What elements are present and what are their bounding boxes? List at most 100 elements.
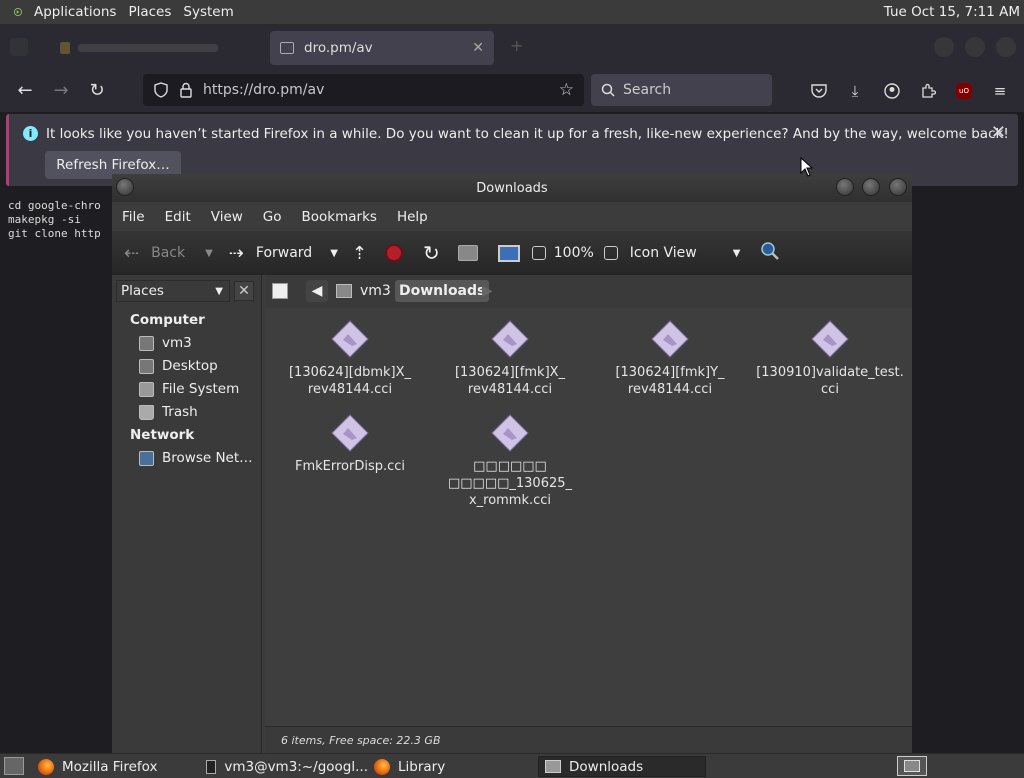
sidebar-item-trash[interactable]: Trash xyxy=(139,404,198,420)
window-maximize-button[interactable] xyxy=(965,37,985,57)
sidebar-selector[interactable]: Places ▼ xyxy=(116,280,230,302)
pocket-icon[interactable] xyxy=(808,80,830,102)
back-arrow-icon[interactable]: ← xyxy=(12,78,38,102)
path-right-arrow-icon[interactable]: ▶ xyxy=(482,280,493,302)
bookmark-star-icon[interactable]: ☆ xyxy=(559,80,574,100)
tab-close-icon[interactable]: ✕ xyxy=(472,40,484,56)
cci-file-icon xyxy=(651,320,689,358)
menu-file[interactable]: File xyxy=(122,209,145,225)
taskbar-item-downloads[interactable]: Downloads xyxy=(538,756,706,777)
menu-edit[interactable]: Edit xyxy=(165,209,191,225)
path-left-arrow-icon[interactable]: ◀ xyxy=(306,280,328,302)
status-text: 6 items, Free space: 22.3 GB xyxy=(281,733,441,747)
tab-inactive[interactable] xyxy=(50,34,250,62)
forward-dropdown-icon[interactable]: ▼ xyxy=(330,248,338,259)
workspace-switcher[interactable] xyxy=(897,756,927,776)
sidebar-heading-network: Network xyxy=(130,427,195,443)
breadcrumb-vm3[interactable]: vm3 xyxy=(336,280,391,302)
search-bar[interactable]: Search xyxy=(591,74,772,106)
computer-icon[interactable] xyxy=(497,244,520,262)
home-folder-icon[interactable] xyxy=(457,245,478,261)
stop-icon[interactable] xyxy=(385,244,403,262)
zoom-out-icon[interactable] xyxy=(531,246,546,260)
file-item[interactable]: [130624][dbmk]X_ rev48144.cci xyxy=(270,320,430,398)
file-item[interactable]: [130910]validate_test. cci xyxy=(750,320,910,398)
sidebar-item-file-system[interactable]: File System xyxy=(139,381,239,397)
file-item[interactable]: [130624][fmk]Y_ rev48144.cci xyxy=(590,320,750,398)
chevron-down-icon: ▼ xyxy=(215,285,223,297)
top-panel: Applications Places System Tue Oct 15, 7… xyxy=(0,0,1024,25)
firefox-icon xyxy=(374,758,390,775)
window-close-button[interactable] xyxy=(889,178,907,196)
downloads-icon[interactable]: ⤓ xyxy=(844,80,866,102)
tab-title-placeholder xyxy=(78,44,218,52)
account-icon[interactable] xyxy=(881,80,903,102)
cci-file-icon xyxy=(491,414,529,452)
ublock-icon[interactable]: uO xyxy=(953,80,975,102)
firefox-view-icon[interactable] xyxy=(10,38,28,56)
file-item[interactable]: [130624][fmk]X_ rev48144.cci xyxy=(430,320,590,398)
menu-applications[interactable]: Applications xyxy=(28,4,122,20)
tab-favicon-icon xyxy=(60,42,70,54)
taskbar-item-library[interactable]: Library xyxy=(368,756,532,777)
view-mode-select[interactable]: Icon View xyxy=(630,245,697,261)
menu-bookmarks[interactable]: Bookmarks xyxy=(302,209,377,225)
breadcrumb-downloads[interactable]: Downloads xyxy=(395,280,490,302)
mouse-cursor-icon xyxy=(800,157,814,177)
menu-go[interactable]: Go xyxy=(263,209,282,225)
url-bar[interactable]: https://dro.pm/av ☆ xyxy=(143,74,584,106)
home-folder-icon xyxy=(336,284,352,298)
file-manager-menubar: File Edit View Go Bookmarks Help xyxy=(112,202,912,231)
sidebar-close-icon[interactable]: ✕ xyxy=(234,281,254,301)
notification-close-icon[interactable]: ✕ xyxy=(991,122,1006,143)
taskbar-item-firefox[interactable]: Mozilla Firefox xyxy=(32,756,192,777)
file-manager-titlebar[interactable]: Downloads xyxy=(112,174,912,202)
terminal-window[interactable]: cd google-chro makepkg -si git clone http xyxy=(0,188,112,753)
taskbar-item-terminal[interactable]: vm3@vm3:~/googl... xyxy=(200,756,368,777)
reload-icon[interactable]: ↻ xyxy=(84,78,110,102)
back-button[interactable]: ⇠ Back ▼ xyxy=(124,243,213,264)
window-close-button[interactable] xyxy=(996,37,1016,57)
forward-arrow-icon: ⇢ xyxy=(228,242,244,264)
folder-icon xyxy=(545,760,561,773)
file-manager-toolbar: ⇠ Back ▼ ⇢ Forward ▼ ⇡ ↻ 100% Icon View … xyxy=(112,231,912,275)
sidebar-item-vm3[interactable]: vm3 xyxy=(139,335,192,351)
file-item[interactable]: FmkErrorDisp.cci xyxy=(270,414,430,475)
reload-icon[interactable]: ↻ xyxy=(423,241,440,265)
zoom-level[interactable]: 100% xyxy=(554,245,594,261)
terminal-line: makepkg -si xyxy=(8,213,81,226)
menu-view[interactable]: View xyxy=(211,209,243,225)
extensions-icon[interactable] xyxy=(917,80,939,102)
back-dropdown-icon[interactable]: ▼ xyxy=(205,248,213,259)
window-menu-button[interactable] xyxy=(116,178,134,196)
applications-logo-icon[interactable] xyxy=(8,2,28,22)
up-arrow-icon[interactable]: ⇡ xyxy=(352,243,367,264)
edit-location-icon[interactable] xyxy=(272,280,288,302)
show-desktop-icon[interactable] xyxy=(4,757,24,775)
zoom-in-icon[interactable] xyxy=(603,246,618,260)
view-mode-dropdown-icon[interactable]: ▼ xyxy=(733,248,741,259)
window-minimize-button[interactable] xyxy=(836,178,854,196)
forward-arrow-icon[interactable]: → xyxy=(48,78,74,102)
trash-icon xyxy=(139,404,154,420)
shield-icon[interactable] xyxy=(153,82,169,98)
clock[interactable]: Tue Oct 15, 7:11 AM xyxy=(884,4,1020,20)
hamburger-menu-icon[interactable]: ≡ xyxy=(989,80,1011,102)
lock-icon[interactable] xyxy=(179,82,193,98)
notification-message: It looks like you haven’t started Firefo… xyxy=(46,126,1009,142)
sidebar-item-browse-network[interactable]: Browse Net… xyxy=(139,450,253,466)
tab-active[interactable]: dro.pm/av ✕ xyxy=(270,31,494,65)
window-maximize-button[interactable] xyxy=(862,178,880,196)
window-minimize-button[interactable] xyxy=(934,37,954,57)
new-tab-icon[interactable]: + xyxy=(510,36,523,55)
firefox-icon xyxy=(38,758,54,775)
file-item[interactable]: □□□□□□ □□□□□_130625_ x_rommk.cci xyxy=(430,414,590,509)
terminal-icon xyxy=(206,759,217,774)
menu-places[interactable]: Places xyxy=(122,4,177,20)
menu-help[interactable]: Help xyxy=(397,209,428,225)
menu-system[interactable]: System xyxy=(177,4,239,20)
search-icon[interactable] xyxy=(760,241,780,265)
sidebar-item-desktop[interactable]: Desktop xyxy=(139,358,218,374)
home-folder-icon xyxy=(139,335,154,351)
forward-button[interactable]: ⇢ Forward ▼ xyxy=(229,243,338,264)
